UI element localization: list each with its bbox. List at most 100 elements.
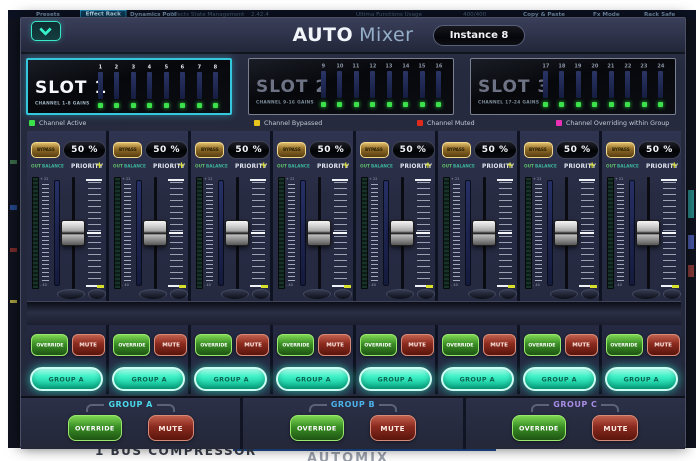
priority-value-indicator [251, 232, 265, 234]
fader-knob[interactable] [554, 220, 578, 246]
fader-knob[interactable] [636, 220, 660, 246]
gain-value-display[interactable]: 50 % [63, 141, 106, 159]
bypass-button[interactable]: BYPASS [442, 142, 471, 158]
group-master-panel-3: GROUP COVERRIDEMUTE [466, 398, 685, 449]
group-mute-button[interactable]: MUTE [592, 415, 638, 441]
channel-meter-column: 7 [193, 63, 206, 113]
legend-item: Channel Bypassed [254, 119, 329, 127]
group-assign-button[interactable]: GROUP A [441, 367, 514, 391]
override-button[interactable]: OVERRIDE [195, 334, 232, 356]
group-override-button[interactable]: OVERRIDE [290, 415, 344, 441]
bypass-button[interactable]: BYPASS [606, 142, 635, 158]
mute-button[interactable]: MUTE [236, 334, 269, 356]
gain-value-display[interactable]: 50 % [474, 141, 517, 159]
fader-knob[interactable] [472, 220, 496, 246]
channel-number: 17 [542, 63, 549, 69]
fader-zone: + 22- 40 [356, 177, 435, 291]
bypass-label: BYPASS [529, 148, 547, 153]
fader-knob[interactable] [390, 220, 414, 246]
bypass-button[interactable]: BYPASS [113, 142, 142, 158]
channel-meter-column: 4 [143, 63, 156, 113]
group-override-button[interactable]: OVERRIDE [512, 415, 566, 441]
group-buttons-row: OVERRIDE MUTE [466, 415, 685, 441]
balance-tick-scale [206, 184, 213, 282]
priority-scale-top-tick [86, 179, 102, 181]
balance-scale-min: - 40 [615, 283, 622, 287]
fader-zone: + 22- 40 [109, 177, 188, 291]
group-mute-button[interactable]: MUTE [148, 415, 194, 441]
bypass-button[interactable]: BYPASS [31, 142, 60, 158]
mute-button[interactable]: MUTE [565, 334, 598, 356]
channel-strip-1: BYPASS50 %OUTBALANCEPRIORITY++ 22- 40OVE… [27, 131, 109, 394]
mute-label: MUTE [80, 342, 98, 348]
instance-selector-button[interactable]: Instance 8 [433, 25, 525, 46]
override-button[interactable]: OVERRIDE [113, 334, 150, 356]
channel-number: 10 [336, 63, 343, 69]
mute-button[interactable]: MUTE [318, 334, 351, 356]
priority-minus-icon [590, 285, 597, 288]
fader-knob[interactable] [61, 220, 85, 246]
mute-button[interactable]: MUTE [483, 334, 516, 356]
channel-gain-meter [658, 71, 663, 98]
priority-plus-icon: + [424, 161, 432, 171]
group-assign-button[interactable]: GROUP A [276, 367, 349, 391]
slot-box-1[interactable]: SLOT 1CHANNEL 1-8 GAINS12345678 [26, 58, 232, 115]
bracket-left-decoration [86, 404, 104, 412]
gain-value-display[interactable]: 50 % [556, 141, 599, 159]
group-assign-label: GROUP A [377, 375, 413, 382]
balance-tick-scale [453, 184, 460, 282]
bracket-left-decoration [309, 404, 327, 412]
out-level-meter [607, 177, 614, 289]
override-button[interactable]: OVERRIDE [277, 334, 314, 356]
group-assign-button[interactable]: GROUP A [523, 367, 596, 391]
group-override-button[interactable]: OVERRIDE [68, 415, 122, 441]
background-fragment [10, 248, 17, 252]
fader-knob[interactable] [225, 220, 249, 246]
bracket-right-decoration [601, 404, 619, 412]
gain-value-display[interactable]: 50 % [638, 141, 681, 159]
mute-button[interactable]: MUTE [401, 334, 434, 356]
out-label: OUT [31, 164, 41, 169]
slot-meters: 12345678 [94, 63, 222, 113]
override-button[interactable]: OVERRIDE [442, 334, 479, 356]
override-label: OVERRIDE [529, 342, 556, 347]
gain-value-display[interactable]: 50 % [309, 141, 352, 159]
bypass-button[interactable]: BYPASS [195, 142, 224, 158]
channel-active-led [543, 102, 548, 107]
override-button[interactable]: OVERRIDE [31, 334, 68, 356]
group-assign-button[interactable]: GROUP A [605, 367, 678, 391]
channel-strip-5: BYPASS50 %OUTBALANCEPRIORITY++ 22- 40OVE… [356, 131, 438, 394]
priority-scale-top-tick [579, 179, 595, 181]
gain-value-display[interactable]: 50 % [227, 141, 270, 159]
group-assign-button[interactable]: GROUP A [30, 367, 103, 391]
bypass-button[interactable]: BYPASS [524, 142, 553, 158]
channel-meter-column: 8 [209, 63, 222, 113]
mute-button[interactable]: MUTE [647, 334, 680, 356]
override-button[interactable]: OVERRIDE [524, 334, 561, 356]
channel-active-led [98, 103, 103, 108]
group-master-panel-2: GROUP BOVERRIDEMUTE [243, 398, 465, 449]
channel-number: 5 [164, 64, 168, 70]
group-assign-button[interactable]: GROUP A [112, 367, 185, 391]
group-mute-button[interactable]: MUTE [370, 415, 416, 441]
gain-value-display[interactable]: 50 % [145, 141, 188, 159]
priority-scale-top-tick [168, 179, 184, 181]
gain-value-display[interactable]: 50 % [392, 141, 435, 159]
override-button[interactable]: OVERRIDE [606, 334, 643, 356]
group-assign-button[interactable]: GROUP A [359, 367, 432, 391]
fader-knob[interactable] [143, 220, 167, 246]
channel-meter-column: 12 [366, 62, 379, 112]
bypass-button[interactable]: BYPASS [360, 142, 389, 158]
override-button[interactable]: OVERRIDE [360, 334, 397, 356]
background-fragment [10, 205, 17, 210]
slot-box-3[interactable]: SLOT 3CHANNEL 17-24 GAINS171819202122232… [470, 58, 676, 115]
channel-gain-meter [576, 71, 581, 98]
slot-box-2[interactable]: SLOT 2CHANNEL 9-16 GAINS910111213141516 [248, 58, 454, 115]
bypass-button[interactable]: BYPASS [277, 142, 306, 158]
priority-value-indicator [416, 232, 430, 234]
mute-button[interactable]: MUTE [72, 334, 105, 356]
fader-knob[interactable] [307, 220, 331, 246]
group-assign-button[interactable]: GROUP A [194, 367, 267, 391]
group-name: GROUP A [108, 400, 152, 409]
mute-button[interactable]: MUTE [154, 334, 187, 356]
